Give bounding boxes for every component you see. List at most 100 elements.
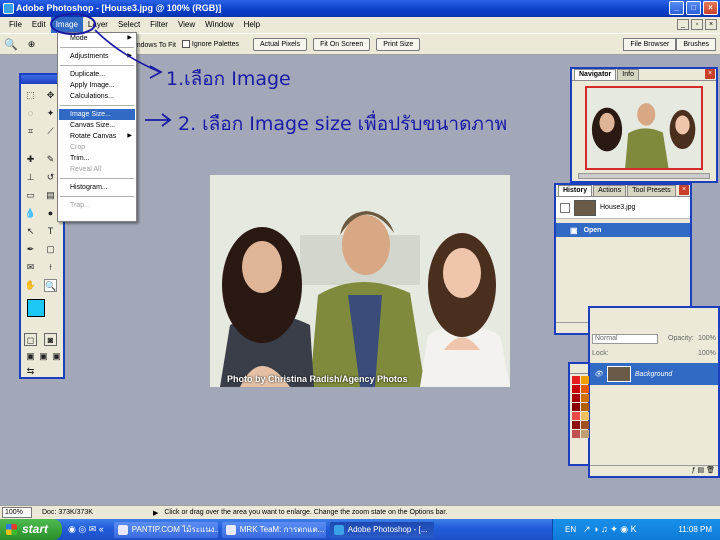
quick-mask-icon[interactable]: ◙ (44, 333, 57, 346)
tab-actions[interactable]: Actions (593, 185, 627, 196)
task-button-mrk[interactable]: MRK TeaM: การตกแต... (221, 521, 326, 538)
document-canvas[interactable]: Photo by Christina Radish/Agency Photos (210, 175, 510, 387)
tab-tool-presets[interactable]: Tool Presets (627, 185, 676, 196)
minimize-button[interactable]: _ (669, 1, 684, 15)
brushes-tab[interactable]: Brushes (676, 38, 716, 51)
tab-history[interactable]: History (558, 185, 593, 196)
doc-minimize-button[interactable]: _ (677, 19, 689, 30)
menu-item-rotate-canvas[interactable]: Rotate Canvas ▶ (59, 131, 135, 142)
stamp-tool-icon[interactable]: ⊥ (24, 171, 37, 184)
fit-on-screen-button[interactable]: Fit On Screen (313, 37, 371, 51)
annotation-step-1: 1.เลือก Image (166, 68, 291, 90)
layer-row-background[interactable]: 👁 Background (590, 363, 718, 385)
palette-well: File Browser Brushes (623, 38, 716, 51)
slice-tool-icon[interactable]: ⟋ (44, 125, 57, 138)
hand-tool-icon[interactable]: ✋ (24, 279, 37, 292)
status-arrow-icon[interactable]: ▶ (153, 509, 158, 517)
windows-logo-icon (6, 524, 17, 535)
standard-mode-icon[interactable]: ◻ (24, 333, 37, 346)
menu-filter[interactable]: Filter (145, 17, 173, 33)
menu-select[interactable]: Select (113, 17, 145, 33)
menu-item-adjustments[interactable]: Adjustments ▶ (59, 51, 135, 62)
dodge-tool-icon[interactable]: ● (44, 207, 57, 220)
menu-item-trim[interactable]: Trim... (59, 153, 135, 164)
menu-item-apply-image[interactable]: Apply Image... (59, 80, 135, 91)
print-size-button[interactable]: Print Size (376, 37, 421, 51)
tab-info[interactable]: Info (617, 69, 639, 80)
task-button-pantip[interactable]: PANTIP.COM ไม้ระแนง... (113, 521, 218, 538)
actual-pixels-button[interactable]: Actual Pixels (253, 37, 308, 51)
menu-item-duplicate[interactable]: Duplicate... (59, 69, 135, 80)
menu-bar: File Edit Image Layer Select Filter View… (0, 17, 720, 33)
tab-navigator[interactable]: Navigator (574, 69, 617, 80)
jump-to-imageready-icon[interactable]: ⇆ (24, 365, 37, 378)
eyedropper-icon[interactable]: ⟊ (44, 261, 57, 274)
doc-close-button[interactable]: × (705, 19, 717, 30)
language-indicator[interactable]: EN (565, 519, 576, 540)
menu-window[interactable]: Window (200, 17, 238, 33)
gradient-tool-icon[interactable]: ▤ (44, 189, 57, 202)
zoom-level-field[interactable]: 100% (2, 507, 32, 518)
opacity-value[interactable]: 100% (698, 335, 716, 342)
close-button[interactable]: × (703, 1, 718, 15)
history-state-open[interactable]: ▣ Open (556, 223, 690, 237)
eye-icon[interactable]: 👁 (594, 370, 603, 378)
new-layer-icon[interactable]: ▤ (698, 467, 705, 474)
history-brush-source-icon[interactable] (560, 202, 570, 213)
menu-image[interactable]: Image (50, 17, 83, 33)
screen-mode-1-icon[interactable]: ▣ (24, 350, 37, 363)
doc-restore-button[interactable]: ▫ (691, 19, 703, 30)
close-icon[interactable]: × (679, 185, 689, 195)
pen-tool-icon[interactable]: ✒ (24, 243, 37, 256)
menu-layer[interactable]: Layer (83, 17, 113, 33)
magic-wand-icon[interactable]: ✦ (44, 107, 57, 120)
zoom-tool-icon[interactable]: 🔍 (4, 38, 18, 51)
shape-tool-icon[interactable]: ▢ (44, 243, 57, 256)
eraser-tool-icon[interactable]: ▭ (24, 189, 37, 202)
tray-icons[interactable]: ↗ ◑ ♫ ✦ ◉ K (583, 519, 637, 540)
notes-tool-icon[interactable]: ✉ (24, 261, 37, 274)
history-snapshot[interactable]: House3.jpg (556, 197, 690, 219)
blend-mode-select[interactable]: Normal (592, 334, 658, 344)
path-select-icon[interactable]: ↖ (24, 225, 37, 238)
move-tool-icon[interactable]: ✥ (44, 89, 57, 102)
foreground-color-swatch[interactable] (27, 299, 45, 317)
menu-view[interactable]: View (173, 17, 200, 33)
screen-mode-2-icon[interactable]: ▣ (37, 350, 50, 363)
start-button[interactable]: start (0, 519, 62, 540)
menu-file[interactable]: File (4, 17, 27, 33)
swatch-grid[interactable] (570, 374, 589, 440)
task-button-photoshop[interactable]: Adobe Photoshop - [... (329, 521, 434, 538)
fill-value[interactable]: 100% (698, 350, 716, 357)
ignore-palettes-checkbox[interactable]: Ignore Palettes (181, 40, 239, 48)
menu-help[interactable]: Help (239, 17, 265, 33)
marquee-tool-icon[interactable]: ⬚ (24, 89, 37, 102)
history-brush-icon[interactable]: ↺ (44, 171, 57, 184)
title-bar[interactable]: Adobe Photoshop - [House3.jpg @ 100% (RG… (0, 0, 720, 17)
zoom-in-icon[interactable]: ⊕ (28, 39, 36, 50)
menu-item-image-size[interactable]: Image Size... (59, 109, 135, 120)
delete-layer-icon[interactable]: 🗑 (706, 467, 715, 474)
menu-edit[interactable]: Edit (27, 17, 51, 33)
navigator-thumbnail[interactable] (585, 86, 703, 170)
blur-tool-icon[interactable]: 💧 (24, 207, 37, 220)
healing-brush-icon[interactable]: ✚ (24, 153, 37, 166)
crop-tool-icon[interactable]: ⌗ (24, 125, 37, 138)
file-browser-tab[interactable]: File Browser (623, 38, 677, 51)
close-icon[interactable]: × (705, 69, 715, 79)
maximize-button[interactable]: □ (686, 1, 701, 15)
photoshop-icon (333, 524, 344, 535)
menu-item-canvas-size[interactable]: Canvas Size... (59, 120, 135, 131)
menu-item-mode[interactable]: Mode ▶ (59, 33, 135, 44)
layer-style-icon[interactable]: ƒ (692, 467, 696, 474)
quick-launch-icons[interactable]: ◉ ◎ ✉ « (68, 524, 104, 535)
screen-mode-3-icon[interactable]: ▣ (50, 350, 63, 363)
brush-tool-icon[interactable]: ✎ (44, 153, 57, 166)
lasso-tool-icon[interactable]: ◌ (24, 107, 37, 120)
navigator-zoom-slider[interactable] (578, 173, 710, 179)
zoom-tool-active-icon[interactable]: 🔍 (44, 279, 57, 292)
menu-item-calculations[interactable]: Calculations... (59, 91, 135, 102)
type-tool-icon[interactable]: T (44, 225, 57, 238)
doc-size[interactable]: Doc: 373K/373K (42, 509, 93, 516)
menu-item-histogram[interactable]: Histogram... (59, 182, 135, 193)
